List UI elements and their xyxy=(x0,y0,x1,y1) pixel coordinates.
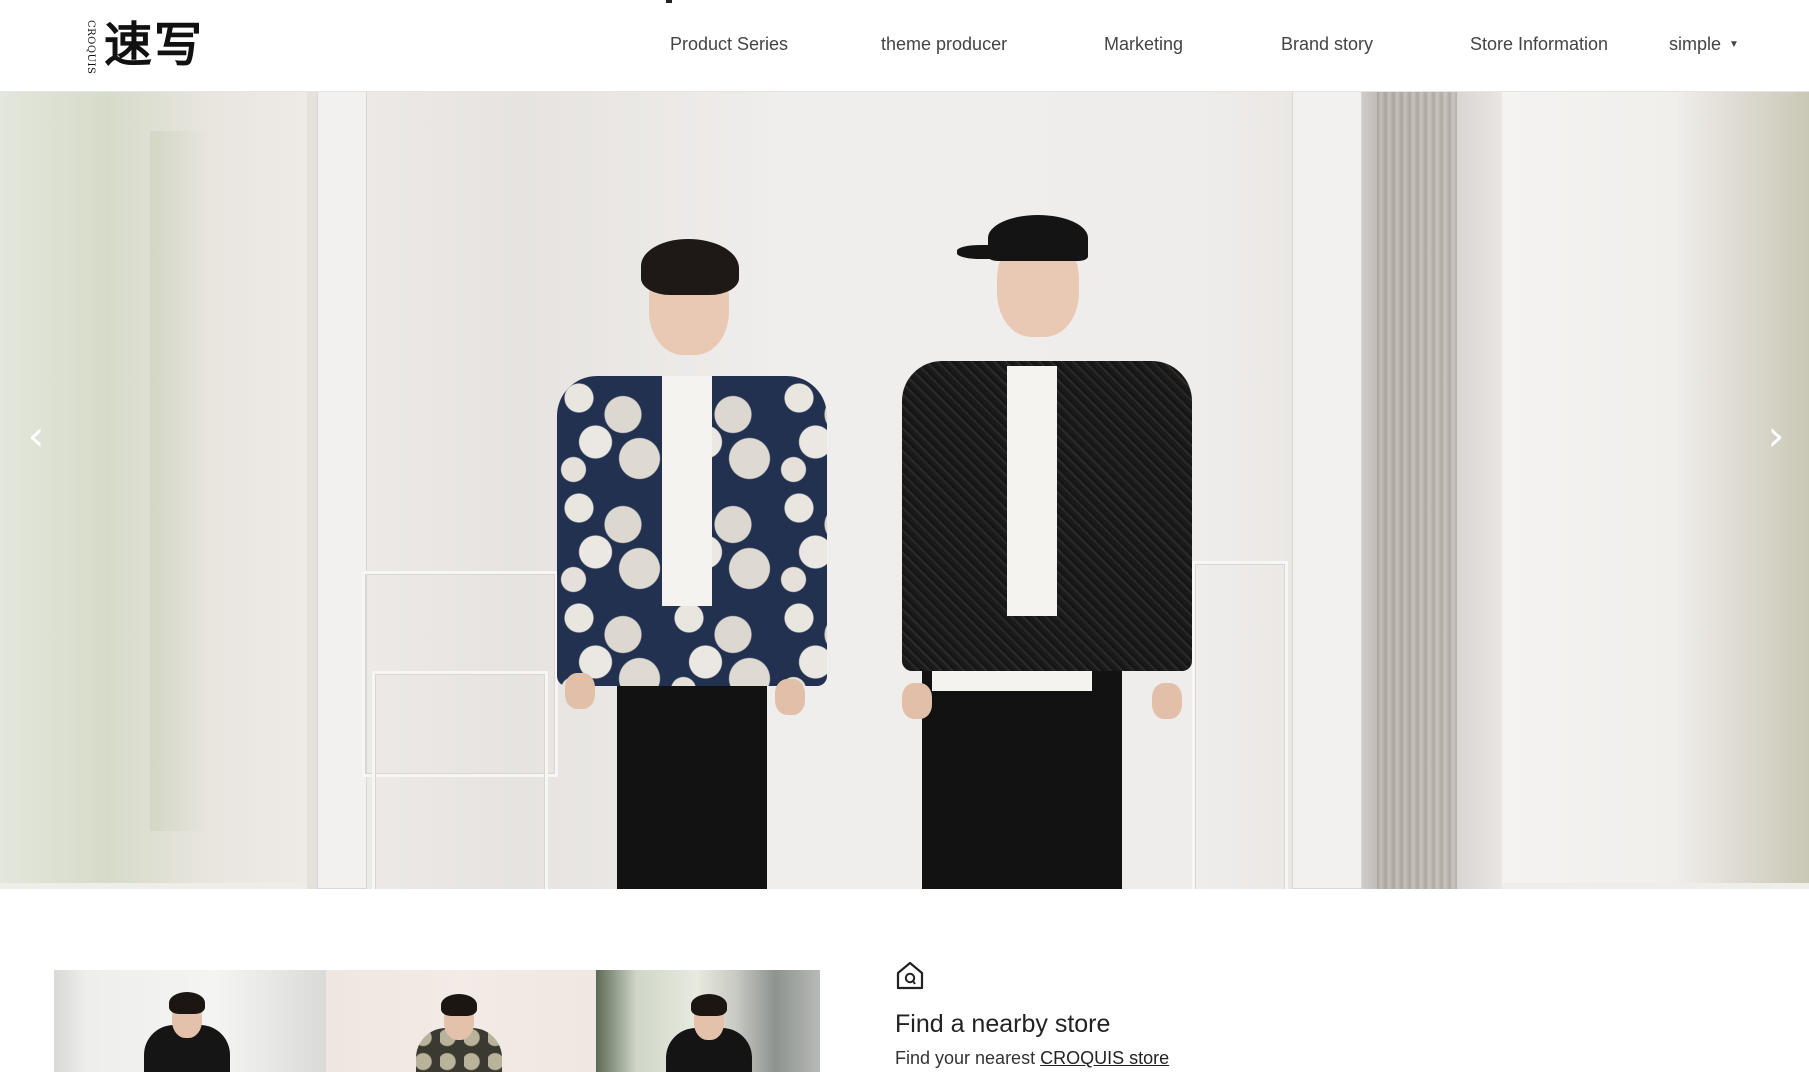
product-thumbnail[interactable] xyxy=(54,970,326,1072)
store-finder: Find a nearby store Find your nearest CR… xyxy=(895,960,1395,1072)
nav-item-brand-story[interactable]: Brand story xyxy=(1281,34,1373,55)
wall-panel-right xyxy=(1192,561,1288,889)
language-selector[interactable]: simple ▼ xyxy=(1669,34,1739,55)
nav-item-product-series[interactable]: Product Series xyxy=(670,34,788,55)
chevron-left-icon: ‹ xyxy=(27,411,45,460)
chevron-right-icon: › xyxy=(1767,411,1785,460)
model-left xyxy=(557,161,857,889)
site-header: CROQUIS 速写 Product Series theme producer… xyxy=(0,0,1809,92)
caret-down-icon: ▼ xyxy=(1729,39,1739,50)
house-icon xyxy=(896,961,924,990)
store-finder-title: Find a nearby store xyxy=(895,1010,1111,1038)
hero-slide-image xyxy=(307,91,1502,889)
nav-item-marketing[interactable]: Marketing xyxy=(1104,34,1183,55)
product-thumbnail[interactable] xyxy=(326,970,596,1072)
carousel-prev-slide-preview xyxy=(0,91,307,883)
nav-item-store-information[interactable]: Store Information xyxy=(1470,34,1608,55)
carousel-next-slide-preview xyxy=(1502,91,1809,883)
carousel-next-button[interactable]: › xyxy=(1761,413,1791,459)
ribbed-glass-panel xyxy=(1377,91,1457,889)
model-right xyxy=(902,161,1202,889)
hero-carousel: ‹ › xyxy=(0,91,1809,889)
store-finder-subtitle: Find your nearest CROQUIS store xyxy=(895,1048,1169,1069)
carousel-prev-button[interactable]: ‹ xyxy=(21,413,51,459)
door-frame-left xyxy=(317,91,367,889)
store-finder-subtitle-text: Find your nearest xyxy=(895,1048,1036,1068)
main-nav: Product Series theme producer Marketing … xyxy=(0,0,1809,91)
nav-item-theme-producer[interactable]: theme producer xyxy=(881,34,1007,55)
product-thumbnails xyxy=(54,970,820,1072)
product-thumbnail[interactable] xyxy=(596,970,820,1072)
door-frame-right xyxy=(1292,91,1362,889)
store-link[interactable]: CROQUIS store xyxy=(1040,1048,1169,1068)
wall-panel-left-bottom xyxy=(372,671,548,889)
language-selector-label: simple xyxy=(1669,34,1722,54)
